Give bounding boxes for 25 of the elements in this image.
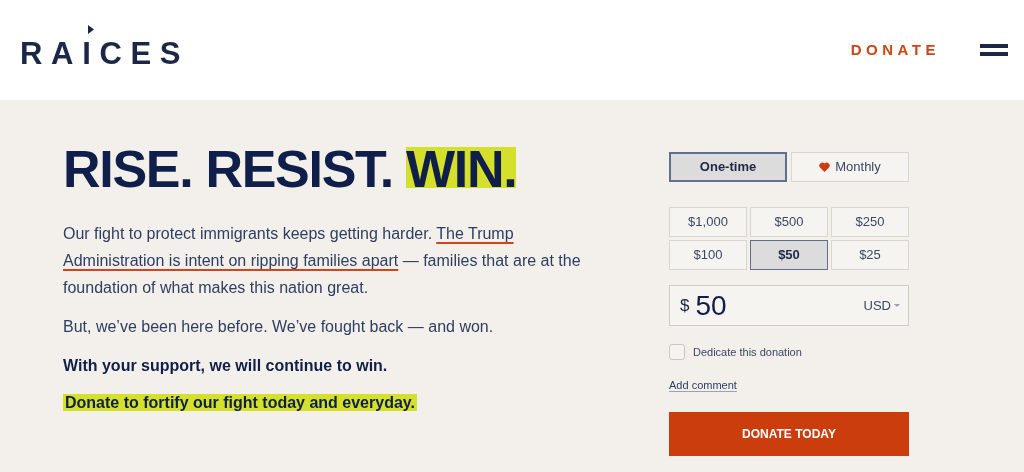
- amount-field[interactable]: $ 50 USD: [669, 285, 909, 326]
- checkbox-label: Dedicate this donation: [693, 345, 802, 360]
- frequency-tab[interactable]: Monthly: [791, 152, 909, 182]
- amount-option[interactable]: $100: [669, 240, 747, 270]
- amount-value: 50: [695, 288, 728, 323]
- currency-symbol: $: [680, 294, 690, 317]
- amount-option[interactable]: $1,000: [669, 207, 747, 237]
- bold-paragraph: With your support, we will continue to win.: [63, 356, 389, 376]
- highlighted-paragraph: Donate to fortify our fight today and everyday.: [63, 393, 418, 413]
- amount-option[interactable]: $25: [831, 240, 909, 270]
- amount-option[interactable]: $50: [750, 240, 828, 270]
- frequency-tab[interactable]: One-time: [669, 152, 787, 182]
- donate-today-button[interactable]: DONATE TODAY: [669, 412, 909, 456]
- donate-link[interactable]: DONATE: [850, 38, 940, 62]
- currency-select[interactable]: USD: [863, 295, 900, 316]
- amount-option[interactable]: $500: [750, 207, 828, 237]
- checkbox[interactable]: [669, 344, 685, 361]
- logo[interactable]: RAICES: [20, 25, 190, 71]
- caret-icon: [894, 304, 900, 307]
- paragraph: Our fight to protect immigrants keeps getting harder. The Trump Administration is intent on ripping families apart — families that are at the foundation of what makes this nation great.: [63, 224, 582, 298]
- add-comment-link[interactable]: Add comment: [669, 376, 737, 393]
- menu-icon[interactable]: [980, 44, 1008, 56]
- amount-option[interactable]: $250: [831, 207, 909, 237]
- paragraph: But, we’ve been here before. We’ve fought back — and won.: [63, 317, 495, 337]
- headline: RISE. RESIST. WIN.: [63, 140, 518, 198]
